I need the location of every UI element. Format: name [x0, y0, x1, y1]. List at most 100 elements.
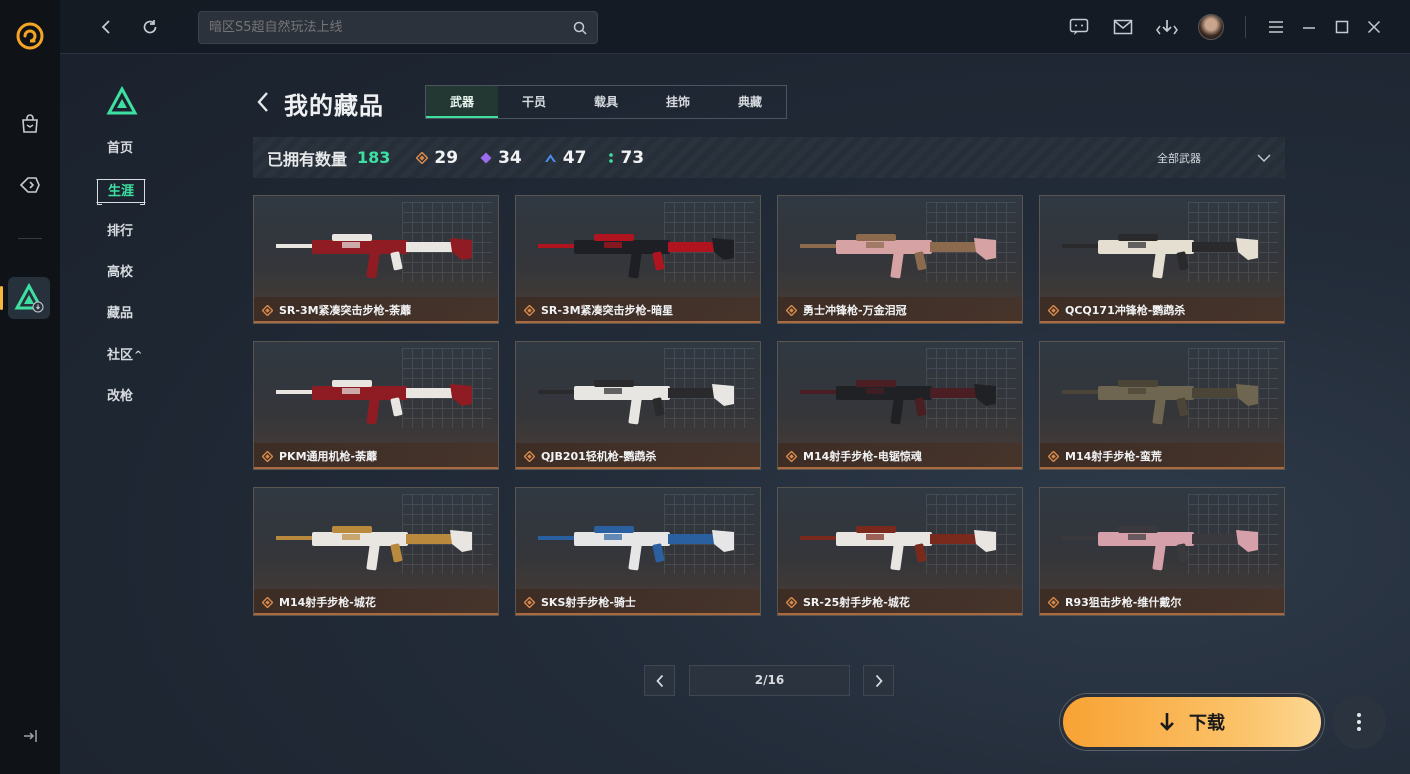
orange-diamond-icon [786, 596, 797, 608]
purple-diamond-icon [480, 152, 492, 163]
refresh-icon[interactable] [137, 14, 163, 40]
nav-gunsmith[interactable]: 改枪 [96, 385, 144, 409]
chat-icon[interactable] [1066, 14, 1092, 40]
orange-diamond-icon [262, 596, 273, 608]
weapon-card[interactable]: QCQ171冲锋枪-鹦鹉杀 [1039, 195, 1285, 324]
weapon-card[interactable]: R93狙击步枪-维什戴尔 [1039, 487, 1285, 616]
tier-count: 34 [498, 147, 522, 168]
weapon-card[interactable]: 勇士冲锋枪-万金泪冠 [777, 195, 1023, 324]
nav-campus[interactable]: 高校 [96, 261, 144, 285]
store-bag-icon[interactable] [16, 110, 44, 138]
user-avatar[interactable] [1198, 14, 1224, 40]
weapon-name-text: M14射手步枪-电锯惊魂 [803, 450, 922, 463]
nav-career[interactable]: 生涯 [96, 179, 147, 205]
weapon-card[interactable]: SR-25射手步枪-城花 [777, 487, 1023, 616]
weapon-image [800, 234, 996, 279]
more-options-button[interactable] [1332, 695, 1386, 749]
download-manager-icon[interactable] [1154, 14, 1180, 40]
orange-diamond-icon [786, 304, 797, 316]
blue-chevron-icon [544, 154, 556, 162]
weapon-card[interactable]: SKS射手步枪-骑士 [515, 487, 761, 616]
weapon-name: QCQ171冲锋枪-鹦鹉杀 [1048, 302, 1185, 318]
active-indicator [0, 286, 3, 310]
close-icon[interactable] [1361, 14, 1387, 40]
rarity-line [516, 467, 760, 469]
chevron-right-icon [875, 674, 883, 687]
chevron-down-icon [1257, 154, 1271, 162]
nav-ranking[interactable]: 排行 [96, 220, 144, 244]
toolbar-divider [1245, 16, 1246, 38]
arena-breakout-game-icon[interactable] [8, 277, 50, 319]
weapon-card[interactable]: PKM通用机枪-荼蘼 [253, 341, 499, 470]
app-rail [0, 0, 60, 774]
weapon-card[interactable]: QJB201轻机枪-鹦鹉杀 [515, 341, 761, 470]
game-logo-icon[interactable] [106, 86, 138, 118]
rail-divider [18, 238, 42, 239]
search-icon[interactable] [573, 21, 587, 35]
tier-stat-orange: 29 [416, 148, 458, 168]
weapon-image [538, 380, 734, 425]
tier-stat-purple: 34 [480, 148, 522, 168]
download-arrow-icon [1160, 713, 1174, 731]
next-page-button[interactable] [863, 665, 894, 696]
weapon-image [538, 526, 734, 571]
collapse-sidebar-icon[interactable] [16, 722, 44, 750]
weapon-name-text: M14射手步枪-蛮荒 [1065, 450, 1162, 463]
weapon-name-text: QCQ171冲锋枪-鹦鹉杀 [1065, 304, 1186, 317]
main-area: 首页 生涯 排行 高校 藏品 社区^ 改枪 我的藏品 武器 干员 载具 挂饰 典… [60, 0, 1410, 774]
nav-community[interactable]: 社区^ [96, 344, 153, 368]
orange-diamond-icon [786, 450, 797, 462]
orange-diamond-icon [524, 596, 535, 608]
weapon-name: 勇士冲锋枪-万金泪冠 [786, 302, 907, 318]
weapon-card[interactable]: SR-3M紧凑突击步枪-荼蘼 [253, 195, 499, 324]
rarity-line [1040, 467, 1284, 469]
weapon-name: SR-3M紧凑突击步枪-荼蘼 [262, 302, 411, 318]
rarity-line [778, 321, 1022, 323]
weapon-name: SR-25射手步枪-城花 [786, 594, 910, 610]
weapon-name-text: SR-25射手步枪-城花 [803, 596, 910, 609]
weapon-filter-dropdown[interactable]: 全部武器 [1157, 137, 1271, 178]
weapon-name: SR-3M紧凑突击步枪-暗星 [524, 302, 673, 318]
nav-collection[interactable]: 藏品 [96, 302, 144, 326]
weapon-card[interactable]: M14射手步枪-蛮荒 [1039, 341, 1285, 470]
back-nav-icon[interactable] [93, 14, 119, 40]
download-label: 下载 [1189, 713, 1225, 734]
green-dots-icon [609, 152, 614, 163]
rarity-line [254, 467, 498, 469]
weapon-card[interactable]: M14射手步枪-电锯惊魂 [777, 341, 1023, 470]
mail-icon[interactable] [1110, 14, 1136, 40]
game-library-icon[interactable] [16, 171, 44, 199]
rarity-line [516, 321, 760, 323]
minimize-icon[interactable] [1296, 14, 1322, 40]
tab-operators[interactable]: 干员 [498, 86, 570, 118]
weapon-name-text: SKS射手步枪-骑士 [541, 596, 636, 609]
rarity-line [778, 467, 1022, 469]
orange-diamond-icon [524, 450, 535, 462]
page-back-icon[interactable] [254, 90, 272, 114]
tier-stat-blue: 47 [544, 148, 586, 168]
app-logo-icon[interactable] [14, 20, 46, 52]
tier-stat-green: 73 [608, 148, 644, 168]
weapon-name: R93狙击步枪-维什戴尔 [1048, 594, 1181, 610]
tab-collectibles[interactable]: 典藏 [714, 86, 786, 118]
category-tabs: 武器 干员 载具 挂饰 典藏 [425, 85, 787, 119]
orange-diamond-icon [262, 450, 273, 462]
menu-icon[interactable] [1263, 14, 1289, 40]
weapon-card[interactable]: SR-3M紧凑突击步枪-暗星 [515, 195, 761, 324]
nav-home[interactable]: 首页 [96, 137, 144, 161]
tab-vehicles[interactable]: 载具 [570, 86, 642, 118]
prev-page-button[interactable] [644, 665, 675, 696]
weapon-name-text: 勇士冲锋枪-万金泪冠 [803, 304, 907, 317]
download-button[interactable]: 下载 [1060, 694, 1324, 750]
search-input[interactable] [209, 20, 573, 35]
weapon-name: M14射手步枪-城花 [262, 594, 376, 610]
tab-charms[interactable]: 挂饰 [642, 86, 714, 118]
chevron-left-icon [655, 674, 663, 687]
weapon-image [276, 526, 472, 571]
maximize-icon[interactable] [1329, 14, 1355, 40]
weapon-card[interactable]: M14射手步枪-城花 [253, 487, 499, 616]
orange-diamond-icon [1048, 304, 1059, 316]
orange-diamond-icon [524, 304, 535, 316]
tab-weapons[interactable]: 武器 [426, 86, 498, 118]
owned-total: 183 [357, 148, 391, 167]
